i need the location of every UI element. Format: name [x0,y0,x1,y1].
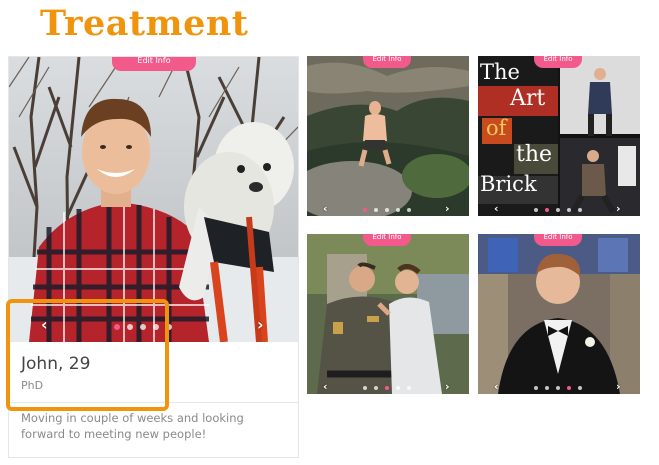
photo-pager [363,386,411,390]
next-photo-icon[interactable]: › [616,380,621,393]
profile-card-3[interactable]: Edit Info ‹ › [307,234,469,394]
pager-dot[interactable] [396,386,400,390]
pager-dot[interactable] [385,208,389,212]
edit-info-button[interactable]: Edit Info [112,57,196,71]
pager-dot[interactable] [545,208,549,212]
next-photo-icon[interactable]: › [257,315,264,334]
next-photo-icon[interactable]: › [445,202,450,215]
prev-photo-icon[interactable]: ‹ [494,202,499,215]
profile-bio: Moving in couple of weeks and looking fo… [21,411,244,441]
prev-photo-icon[interactable]: ‹ [323,202,328,215]
pager-dot[interactable] [407,386,411,390]
edit-info-button[interactable]: Edit Info [534,56,582,68]
profile-card-1[interactable]: Edit Info ‹ › [307,56,469,216]
card-photo [307,234,469,394]
pager-dot[interactable] [578,386,582,390]
pager-dot[interactable] [567,386,571,390]
photo-pager [534,386,582,390]
photo-pager [534,208,582,212]
profile-card-2[interactable]: The Art of the Brick Edit Info ‹ › [478,56,640,216]
exhibit-sign-of: of [486,116,507,140]
prev-photo-icon[interactable]: ‹ [494,380,499,393]
pager-dot[interactable] [578,208,582,212]
pager-dot[interactable] [363,208,367,212]
pager-dot[interactable] [567,208,571,212]
next-photo-icon[interactable]: › [616,202,621,215]
exhibit-sign-art: Art [510,86,546,111]
pager-dot[interactable] [407,208,411,212]
pager-dot[interactable] [556,208,560,212]
exhibit-sign-the-2: the [516,142,553,167]
profile-card-4[interactable]: Edit Info ‹ › [478,234,640,394]
photo-pager [363,208,411,212]
edit-info-button[interactable]: Edit Info [534,234,582,246]
pager-dot[interactable] [374,386,378,390]
page-heading: Treatment [40,3,249,44]
next-photo-icon[interactable]: › [445,380,450,393]
pager-dot[interactable] [385,386,389,390]
exhibit-sign-the: The [480,60,520,84]
prev-photo-icon[interactable]: ‹ [323,380,328,393]
exhibit-sign-brick: Brick [480,172,537,196]
pager-dot[interactable] [556,386,560,390]
edit-info-button[interactable]: Edit Info [363,234,411,246]
pager-dot[interactable] [396,208,400,212]
pager-dot[interactable] [374,208,378,212]
pager-dot[interactable] [363,386,367,390]
pager-dot[interactable] [534,386,538,390]
card-photo [478,234,640,394]
card-photo [307,56,469,216]
pager-dot[interactable] [545,386,549,390]
highlight-box [6,299,169,411]
edit-info-button[interactable]: Edit Info [363,56,411,68]
pager-dot[interactable] [534,208,538,212]
